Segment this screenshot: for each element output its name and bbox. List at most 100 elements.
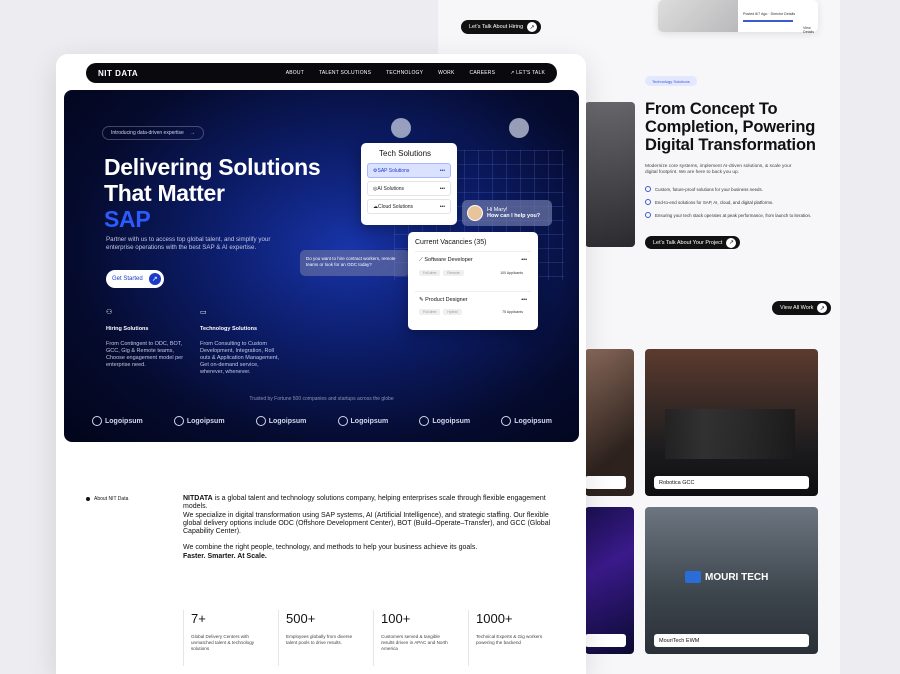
client-logo: Logoipsum	[173, 416, 225, 426]
client-logo: Logoipsum	[337, 416, 388, 426]
avatar	[467, 205, 483, 221]
check-item: End-to-end solutions for SAP, AI, cloud,…	[645, 199, 773, 205]
tech-row-label: AI Solutions	[377, 185, 405, 192]
hero-section: Introducing data-driven expertise → Deli…	[64, 90, 579, 442]
mouritech-logo: MOURI TECH	[685, 571, 768, 583]
monitors-image	[665, 409, 795, 459]
tech-row-ai[interactable]: ◎ AI Solutions •••	[367, 181, 451, 196]
project-button[interactable]: Let's Talk About Your Project ↗	[645, 236, 741, 249]
get-started-button[interactable]: Get Started ↗	[106, 270, 164, 288]
client-logo: Logoipsum	[255, 416, 306, 426]
applicant-count: 75 Applicants	[502, 310, 523, 314]
work-card[interactable]	[585, 507, 634, 654]
arrow-icon: ↗	[527, 22, 538, 32]
stat-item: 100+ Customers served & tangible results …	[373, 610, 468, 666]
arrow-icon: ↗	[148, 273, 161, 285]
arrow-right-icon: →	[189, 130, 195, 136]
stat-desc: Customers served & tangible results driv…	[381, 634, 448, 651]
view-details-link[interactable]: View Details	[803, 26, 818, 34]
arrow-icon: ↗	[817, 303, 828, 313]
hire-button[interactable]: Let's Talk About Hiring ↗	[461, 20, 542, 34]
view-all-work-button[interactable]: View All Work ↗	[772, 301, 832, 315]
hero-line-1: Delivering Solutions	[104, 154, 321, 180]
headline-line-2: Completion, Powering	[645, 118, 816, 136]
logo-mark-icon	[92, 416, 102, 426]
about-label: About NIT Data	[86, 496, 128, 502]
site-logo[interactable]: NIT DATA	[98, 69, 271, 78]
hero-accent: SAP	[104, 206, 151, 232]
job-tag: Full-time	[419, 270, 441, 276]
chat-bubble: Do you want to hire contract workers, re…	[300, 250, 410, 276]
about-text: NITDATA is a global talent and technolog…	[183, 495, 553, 561]
check-item: Ensuring your tech stack operates at pea…	[645, 212, 811, 218]
about-brand: NITDATA	[183, 495, 213, 502]
about-p1: is a global talent and technology soluti…	[183, 495, 546, 511]
stat-item: 1000+ Technical Experts & Gig workers pow…	[468, 610, 563, 666]
job-name: Software Developer	[424, 257, 473, 263]
more-icon: •••	[439, 167, 445, 174]
intro-pill[interactable]: Introducing data-driven expertise →	[102, 126, 204, 140]
nav-about[interactable]: ABOUT	[286, 70, 304, 76]
nav-technology[interactable]: TECHNOLOGY	[386, 70, 423, 76]
client-logo: Logoipsum	[419, 416, 470, 426]
work-card-robotica[interactable]: Robotica GCC	[645, 349, 818, 496]
stat-value: 7+	[191, 611, 206, 626]
hire-button-label: Let's Talk About Hiring	[469, 24, 524, 30]
work-card-label	[585, 634, 626, 647]
work-card-label: Robotica GCC	[654, 476, 809, 489]
arrow-icon: ↗	[726, 237, 737, 248]
stat-value: 1000+	[476, 611, 513, 626]
applicant-count: 100 Applicants	[500, 271, 523, 275]
job-tag: Full-time	[419, 309, 441, 315]
about-p2: We specialize in digital transformation …	[183, 511, 551, 536]
hero-subtitle: Partner with us to access top global tal…	[106, 236, 271, 251]
trusted-by-text: Trusted by Fortune 500 companies and sta…	[249, 396, 394, 402]
work-card-mouritech[interactable]: MOURI TECH MouriTech EWM	[645, 507, 818, 654]
tech-row-cloud[interactable]: ☁ Cloud Solutions •••	[367, 199, 451, 214]
vacancies-title: Current Vacancies (35)	[415, 239, 487, 246]
tech-solutions-card: Tech Solutions ⚙ SAP Solutions ••• ◎ AI S…	[361, 143, 457, 225]
logo-mark-icon	[173, 416, 184, 426]
decor-orb	[509, 118, 529, 138]
feature-technology: ▭ Technology Solutions From Consulting t…	[200, 308, 280, 376]
mouritech-logo-mark	[685, 571, 701, 583]
stat-item: 500+ Employees globally from diverse tale…	[278, 610, 373, 666]
bullet-icon	[86, 497, 90, 501]
vacancies-card: Current Vacancies (35) ⟋ Software Develo…	[408, 232, 538, 330]
more-icon[interactable]: •••	[521, 257, 527, 264]
more-icon[interactable]: •••	[521, 297, 527, 303]
check-icon	[645, 199, 651, 205]
work-card[interactable]	[585, 349, 634, 496]
logo-mark-icon	[337, 416, 348, 426]
stat-desc: Technical Experts & Gig workers powering…	[476, 634, 543, 645]
tech-row-label: SAP Solutions	[377, 167, 410, 174]
nav-careers[interactable]: CAREERS	[470, 70, 496, 76]
tech-card-title: Tech Solutions	[379, 149, 432, 158]
headline-line-1: From Concept To	[645, 100, 778, 118]
check-label: End-to-end solutions for SAP, AI, cloud,…	[655, 199, 774, 205]
job-tag: Remote	[443, 270, 464, 276]
nav-lets-talk[interactable]: ↗ LET'S TALK	[510, 70, 545, 76]
nav-work[interactable]: WORK	[438, 70, 454, 76]
top-nav: NIT DATA ABOUT TALENT SOLUTIONS TECHNOLO…	[86, 63, 557, 83]
client-logo: Logoipsum	[92, 416, 143, 426]
office-photo	[585, 102, 635, 247]
nav-talent-solutions[interactable]: TALENT SOLUTIONS	[319, 70, 371, 76]
intro-pill-label: Introducing data-driven expertise	[111, 130, 184, 136]
user-plus-icon: ⚇	[106, 309, 113, 316]
job-product-designer[interactable]: ✎ Product Designer ••• Full-time Hybrid 75 …	[415, 291, 531, 331]
laptop-icon: ▭	[200, 309, 207, 316]
stat-item: 7+ Global Delivery Centers with unmatched…	[183, 610, 278, 666]
stat-desc: Global Delivery Centers with unmatched t…	[191, 634, 255, 651]
work-card-label	[585, 476, 626, 489]
more-icon: •••	[439, 185, 445, 192]
mini-card-bar	[743, 20, 793, 22]
job-name: Product Designer	[425, 297, 468, 303]
hiring-mini-card: Posted 8/7 Ago · Director Details View D…	[658, 0, 818, 34]
job-software-developer[interactable]: ⟋ Software Developer ••• Full-time Remote 1…	[415, 251, 531, 291]
tech-row-sap[interactable]: ⚙ SAP Solutions •••	[367, 163, 451, 178]
check-label: Custom, future-proof solutions for your …	[655, 186, 763, 192]
job-tag: Hybrid	[443, 309, 462, 315]
about-tagline: Faster. Smarter. At Scale.	[183, 552, 267, 560]
stat-value: 100+	[381, 611, 411, 626]
